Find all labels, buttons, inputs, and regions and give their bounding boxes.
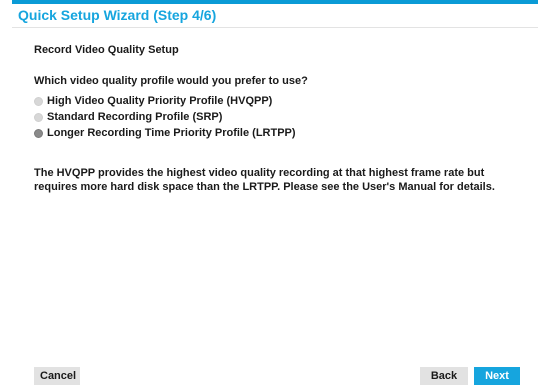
- cancel-button[interactable]: Cancel: [34, 367, 80, 385]
- back-button[interactable]: Back: [420, 367, 468, 385]
- profile-option-label: Standard Recording Profile (SRP): [47, 111, 223, 123]
- profile-description: The HVQPP provides the highest video qua…: [34, 167, 495, 193]
- profile-option-label: High Video Quality Priority Profile (HVQ…: [47, 95, 273, 107]
- radio-unselected-icon[interactable]: [34, 96, 43, 106]
- profile-option-srp[interactable]: Standard Recording Profile (SRP): [34, 110, 222, 124]
- next-button[interactable]: Next: [474, 367, 520, 385]
- profile-question: Which video quality profile would you pr…: [34, 75, 308, 87]
- section-title: Record Video Quality Setup: [34, 44, 179, 56]
- wizard-content: Record Video Quality Setup Which video q…: [12, 28, 538, 390]
- title-bar: Quick Setup Wizard (Step 4/6): [12, 4, 538, 28]
- quick-setup-wizard-window: Quick Setup Wizard (Step 4/6) Record Vid…: [0, 0, 538, 390]
- profile-option-hvqpp[interactable]: High Video Quality Priority Profile (HVQ…: [34, 94, 272, 108]
- radio-selected-icon[interactable]: [34, 128, 43, 138]
- profile-option-label: Longer Recording Time Priority Profile (…: [47, 127, 296, 139]
- radio-unselected-icon[interactable]: [34, 112, 43, 122]
- profile-option-lrtpp[interactable]: Longer Recording Time Priority Profile (…: [34, 126, 296, 140]
- window-title: Quick Setup Wizard (Step 4/6): [18, 7, 217, 23]
